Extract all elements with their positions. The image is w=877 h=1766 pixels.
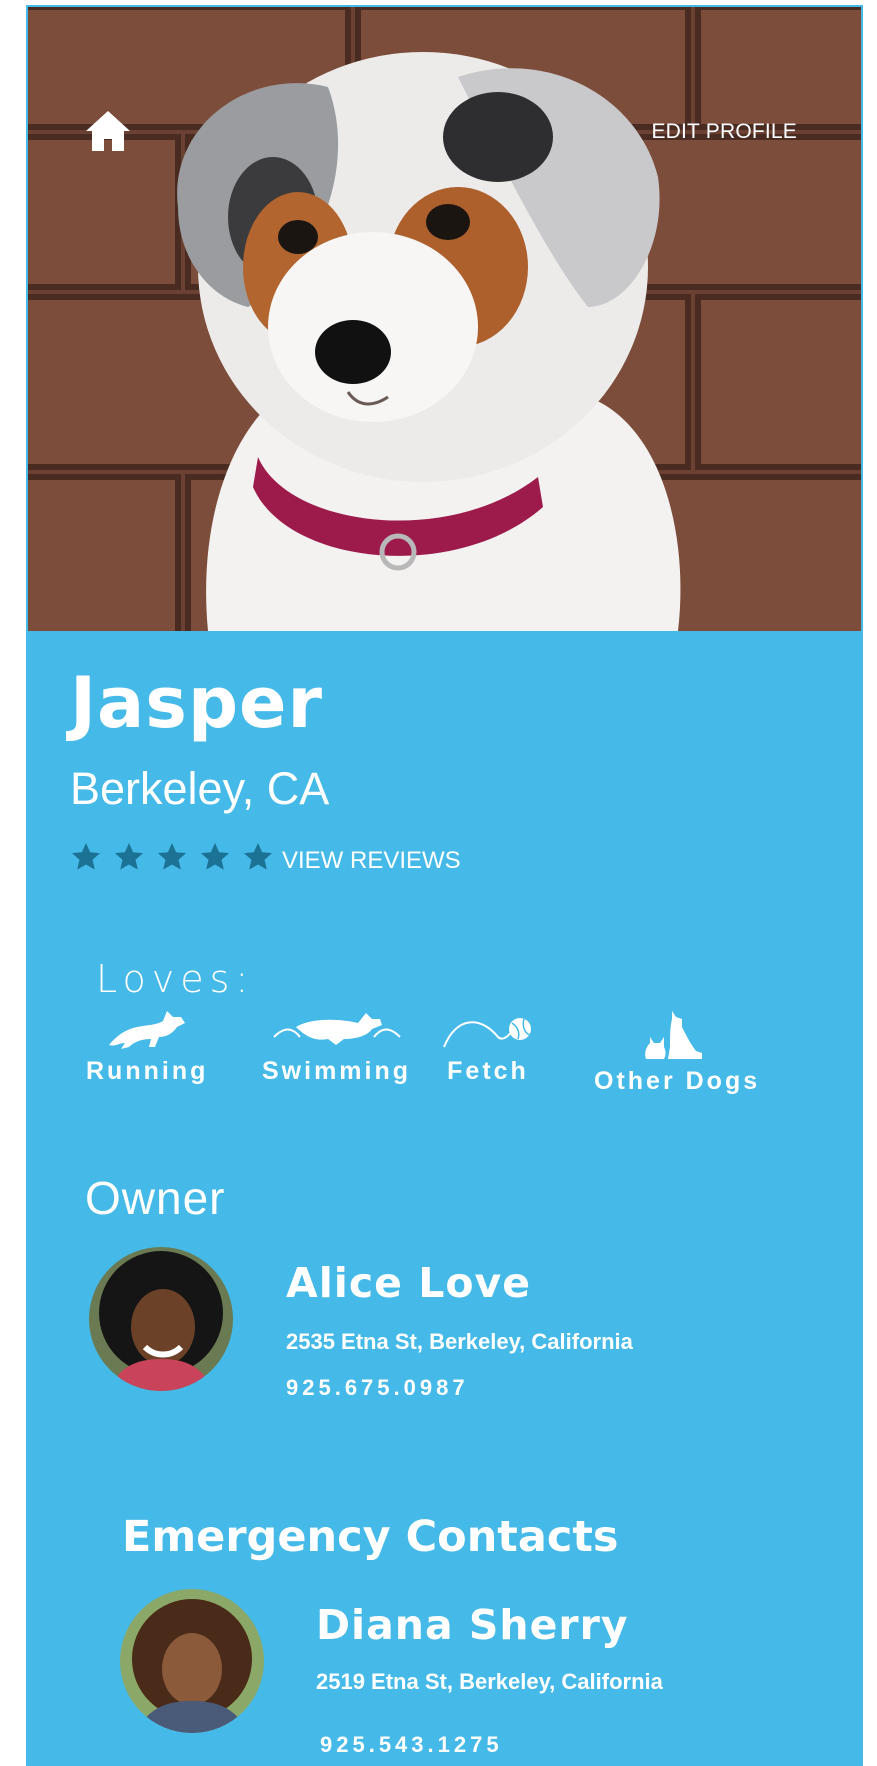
love-label: Swimming (262, 1057, 412, 1085)
owner-phone[interactable]: 925.675.0987 (286, 1375, 469, 1401)
owner-avatar (89, 1247, 233, 1391)
running-dog-icon (109, 1011, 186, 1049)
loves-heading: Loves: (96, 957, 255, 1001)
star-icon (72, 843, 100, 870)
star-icon (201, 843, 229, 870)
emergency-contact-phone[interactable]: 925.543.1275 (320, 1732, 503, 1758)
owner-name: Alice Love (286, 1259, 532, 1307)
rating-stars (70, 841, 274, 873)
love-item-other-dogs: Other Dogs (594, 1007, 760, 1096)
home-button[interactable] (84, 107, 132, 155)
edit-profile-button[interactable]: EDIT PROFILE (651, 120, 797, 144)
fetch-ball-icon (443, 1018, 531, 1048)
love-label: Running (86, 1057, 209, 1085)
owner-address: 2535 Etna St, Berkeley, California (286, 1329, 633, 1354)
owner-heading: Owner (85, 1172, 226, 1224)
love-item-fetch: Fetch (440, 1007, 536, 1086)
swimming-dog-icon (272, 1013, 401, 1045)
love-label: Fetch (447, 1057, 529, 1085)
dog-location: Berkeley, CA (70, 763, 330, 814)
dog-and-cat-icon (645, 1011, 703, 1059)
view-reviews-link[interactable]: VIEW REVIEWS (282, 847, 461, 875)
dog-name: Jasper (70, 662, 324, 744)
star-icon (158, 843, 186, 870)
star-icon (115, 843, 143, 870)
love-item-swimming: Swimming (262, 1007, 411, 1086)
profile-card: EDIT PROFILE Jasper Berkeley, CA VIEW RE… (26, 5, 863, 1766)
star-icon (244, 843, 272, 870)
emergency-contacts-heading: Emergency Contacts (122, 1512, 619, 1562)
emergency-contact-avatar (120, 1589, 264, 1733)
home-icon (86, 111, 130, 151)
dog-photo: EDIT PROFILE (28, 7, 861, 631)
emergency-contact-address: 2519 Etna St, Berkeley, California (316, 1669, 663, 1694)
love-item-running: Running (86, 1007, 208, 1086)
love-label: Other Dogs (594, 1067, 761, 1095)
emergency-contact-name: Diana Sherry (316, 1601, 629, 1649)
